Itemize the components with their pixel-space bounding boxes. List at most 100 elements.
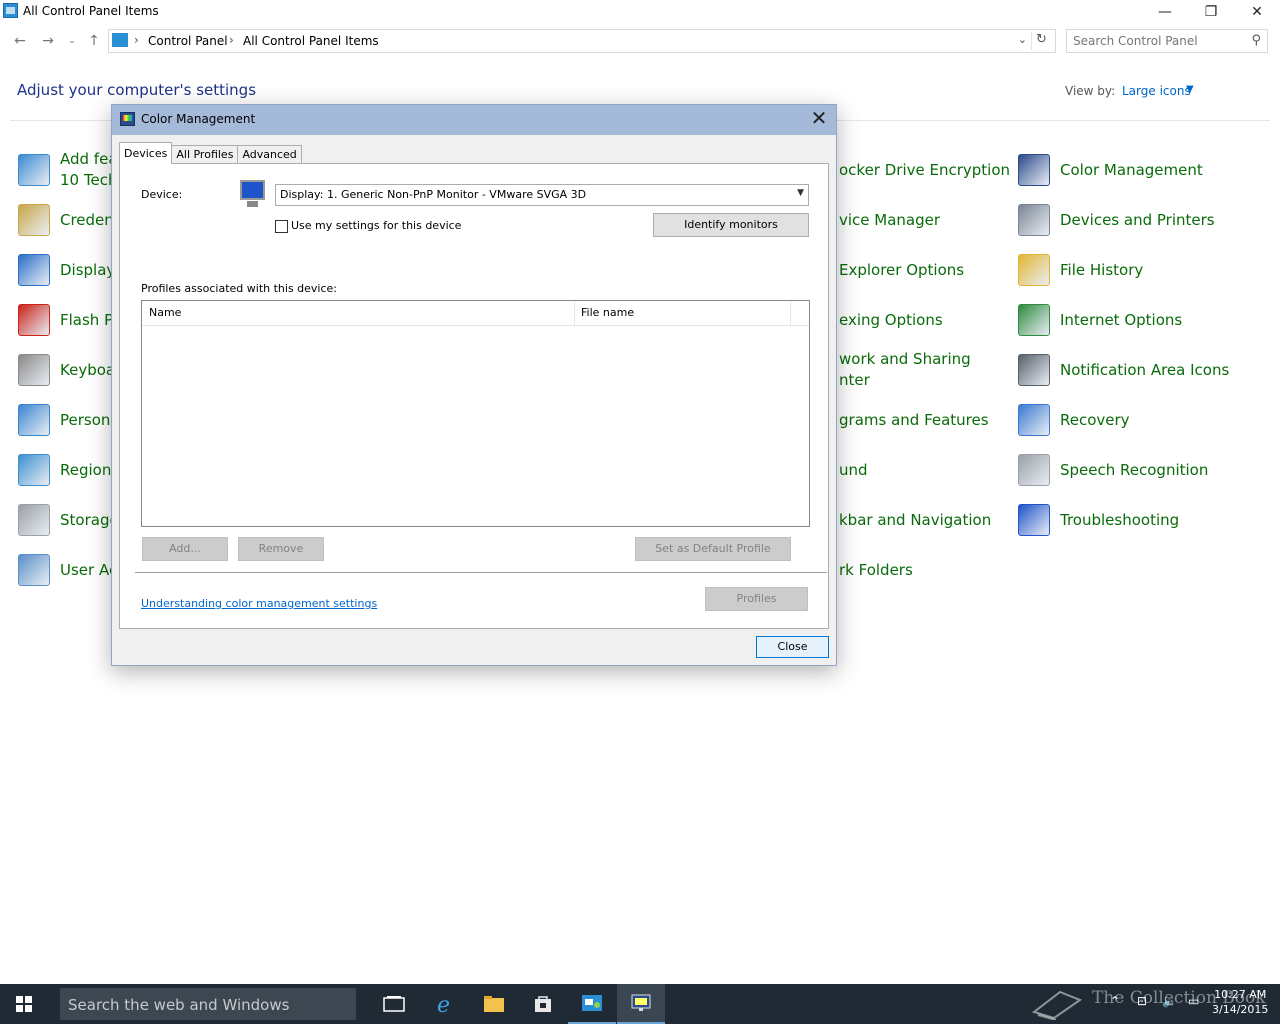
start-button[interactable] [0, 984, 48, 1024]
cp-item-label[interactable]: exing Options [839, 310, 943, 331]
taskbar-search[interactable]: Search the web and Windows [60, 988, 356, 1020]
cp-item-label[interactable]: rk Folders [839, 560, 913, 581]
view-by-caret-icon[interactable]: ▼ [1186, 84, 1194, 95]
cp-item-label[interactable]: Creden [60, 210, 114, 231]
cp-item-label[interactable]: User Ac [60, 560, 117, 581]
cp-item-label[interactable]: Internet Options [1060, 310, 1182, 331]
use-my-settings-label[interactable]: Use my settings for this device [291, 219, 461, 232]
cp-item-recovery[interactable]: Recovery [1018, 400, 1130, 440]
cp-item-item-15[interactable]: und [839, 450, 868, 490]
cp-item-label[interactable]: Keyboa [60, 360, 115, 381]
cp-item-label[interactable]: grams and Features [839, 410, 989, 431]
cp-item-file-history[interactable]: File History [1018, 250, 1143, 290]
search-box[interactable]: ⚲ [1066, 29, 1268, 53]
cp-item-storage-spaces[interactable]: Storage [18, 500, 119, 540]
set-default-profile-button[interactable]: Set as Default Profile [635, 537, 791, 561]
minimize-button[interactable]: — [1142, 0, 1188, 23]
column-header-name[interactable]: Name [149, 306, 181, 319]
recent-locations-chevron-icon[interactable]: ⌄ [63, 32, 81, 50]
refresh-icon[interactable]: ↻ [1031, 32, 1051, 50]
cp-item-label[interactable]: Notification Area Icons [1060, 360, 1229, 381]
tab-devices[interactable]: Devices [119, 142, 173, 164]
cp-item-label[interactable]: Display [60, 260, 115, 281]
use-my-settings-checkbox[interactable] [275, 220, 288, 233]
file-explorer-icon[interactable] [470, 984, 518, 1024]
cp-item-label[interactable]: Troubleshooting [1060, 510, 1179, 531]
volume-icon[interactable]: 🔈 [1162, 994, 1177, 1008]
close-button[interactable]: Close [756, 636, 829, 658]
cp-item-label[interactable]: Storage [60, 510, 119, 531]
cp-item-label[interactable]: File History [1060, 260, 1143, 281]
cp-item-label[interactable]: Flash P [60, 310, 113, 331]
tab-advanced[interactable]: Advanced [237, 145, 302, 164]
action-center-icon[interactable]: ▭ [1188, 994, 1199, 1008]
cp-item-credential-manager[interactable]: Creden [18, 200, 114, 240]
cp-item-label[interactable]: Color Management [1060, 160, 1203, 181]
cp-item-label[interactable]: kbar and Navigation [839, 510, 991, 531]
cp-item-label[interactable]: und [839, 460, 868, 481]
tab-all-profiles[interactable]: All Profiles [171, 145, 239, 164]
color-management-taskbar-icon[interactable] [617, 984, 665, 1024]
cp-item-label[interactable]: ocker Drive Encryption [839, 160, 1010, 181]
cp-item-internet-options[interactable]: Internet Options [1018, 300, 1182, 340]
view-by-dropdown[interactable]: Large icons [1122, 84, 1191, 98]
show-hidden-icons-chevron-icon[interactable]: ⌃ [1110, 994, 1120, 1008]
cp-item-label[interactable]: work and Sharing nter [839, 349, 971, 391]
internet-explorer-icon[interactable]: e [421, 984, 469, 1024]
cp-item-flash-player[interactable]: Flash P [18, 300, 113, 340]
cp-item-label[interactable]: Speech Recognition [1060, 460, 1208, 481]
cp-item-label[interactable]: vice Manager [839, 210, 940, 231]
cp-item-label[interactable]: Devices and Printers [1060, 210, 1215, 231]
search-input[interactable] [1073, 33, 1243, 49]
restore-button[interactable]: ❐ [1188, 0, 1234, 23]
forward-arrow-icon[interactable]: → [39, 32, 57, 50]
task-view-icon[interactable] [370, 984, 418, 1024]
cp-item-item-12[interactable]: exing Options [839, 300, 943, 340]
cp-item-item-9[interactable]: ocker Drive Encryption [839, 150, 1010, 190]
cp-item-display[interactable]: Display [18, 250, 115, 290]
cp-item-devices-printers[interactable]: Devices and Printers [1018, 200, 1215, 240]
breadcrumb-control-panel[interactable]: Control Panel [148, 34, 228, 48]
breadcrumb[interactable]: › Control Panel › All Control Panel Item… [108, 29, 1056, 53]
help-link[interactable]: Understanding color management settings [141, 597, 377, 610]
cp-item-label[interactable]: Recovery [1060, 410, 1130, 431]
cp-item-label[interactable]: Explorer Options [839, 260, 964, 281]
cp-item-troubleshooting[interactable]: Troubleshooting [1018, 500, 1179, 540]
network-icon[interactable]: ⊡ [1137, 994, 1147, 1008]
cp-item-item-17[interactable]: rk Folders [839, 550, 913, 590]
cp-item-add-features[interactable]: Add fea 10 Tech [18, 150, 118, 190]
cp-item-item-13[interactable]: work and Sharing nter [839, 350, 971, 390]
add-profile-button[interactable]: Add... [142, 537, 228, 561]
cp-item-color-management[interactable]: Color Management [1018, 150, 1203, 190]
column-divider[interactable] [574, 301, 575, 326]
up-arrow-icon[interactable]: ↑ [85, 32, 103, 50]
cp-item-speech-recognition[interactable]: Speech Recognition [1018, 450, 1208, 490]
cp-item-user-accounts[interactable]: User Ac [18, 550, 117, 590]
cp-item-item-11[interactable]: Explorer Options [839, 250, 964, 290]
cp-item-label[interactable]: Region [60, 460, 111, 481]
search-icon[interactable]: ⚲ [1251, 33, 1261, 48]
profiles-list[interactable]: Name File name [141, 300, 810, 527]
dialog-close-icon[interactable]: ✕ [808, 107, 830, 129]
chevron-down-icon[interactable]: ▼ [797, 188, 804, 198]
cp-item-item-14[interactable]: grams and Features [839, 400, 989, 440]
cp-item-item-16[interactable]: kbar and Navigation [839, 500, 991, 540]
cp-item-notification-area[interactable]: Notification Area Icons [1018, 350, 1229, 390]
address-dropdown-chevron-icon[interactable]: ⌄ [1018, 33, 1027, 46]
device-select[interactable]: Display: 1. Generic Non-PnP Monitor - VM… [275, 184, 809, 206]
cp-item-item-10[interactable]: vice Manager [839, 200, 940, 240]
identify-monitors-button[interactable]: Identify monitors [653, 213, 809, 237]
clock[interactable]: 10:27 AM 3/14/2015 [1212, 987, 1268, 1017]
column-divider[interactable] [790, 301, 791, 326]
column-header-file-name[interactable]: File name [581, 306, 634, 319]
profiles-button[interactable]: Profiles [705, 587, 808, 611]
remove-profile-button[interactable]: Remove [238, 537, 324, 561]
breadcrumb-all-items[interactable]: All Control Panel Items [243, 34, 379, 48]
cp-item-personalization[interactable]: Persona [18, 400, 120, 440]
cp-item-region[interactable]: Region [18, 450, 111, 490]
store-icon[interactable] [519, 984, 567, 1024]
cp-item-keyboard[interactable]: Keyboa [18, 350, 115, 390]
back-arrow-icon[interactable]: ← [11, 32, 29, 50]
close-window-button[interactable]: ✕ [1234, 0, 1280, 23]
cp-item-label[interactable]: Add fea 10 Tech [60, 149, 118, 191]
